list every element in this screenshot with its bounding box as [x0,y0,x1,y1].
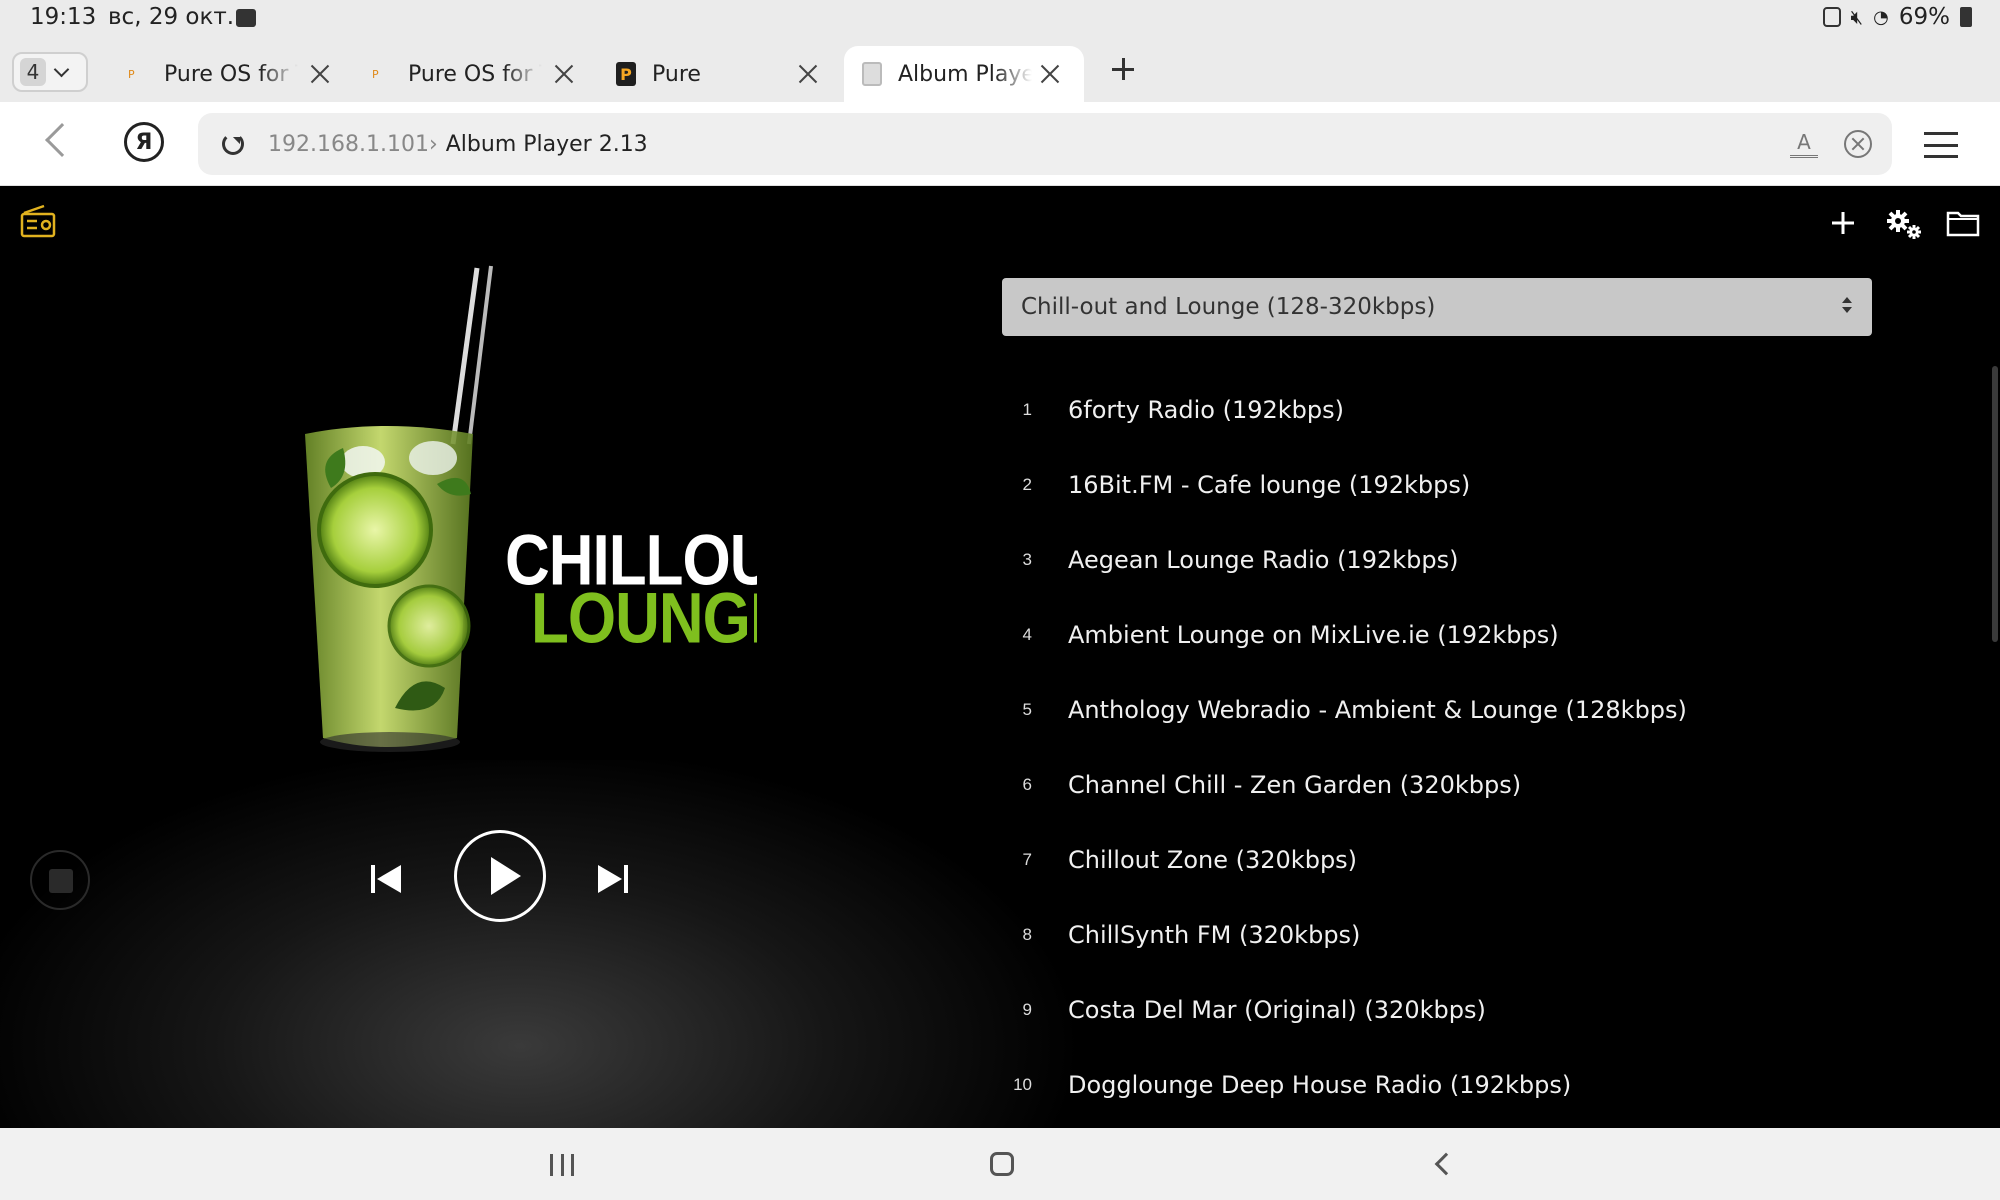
station-item[interactable]: 9 Costa Del Mar (Original) (320kbps) [1002,972,1922,1047]
genre-select[interactable]: Chill-out and Lounge (128-320kbps) [1002,278,1872,336]
tab-album-player[interactable]: Album Player [844,46,1084,102]
tab-label: Album Player [898,61,1032,87]
tab-label: Pure OS for Ti [164,61,298,87]
station-title: Channel Chill - Zen Garden (320kbps) [1068,770,1522,799]
station-number: 5 [1022,699,1032,719]
tab-label: Pure OS for Ti [408,61,542,87]
page-scrollbar[interactable] [1992,366,1998,642]
station-number: 3 [1022,549,1032,569]
station-title: Chillout Zone (320kbps) [1068,845,1358,874]
station-item[interactable]: 5 Anthology Webradio - Ambient & Lounge (… [1002,672,1922,747]
system-back-icon[interactable] [1434,1152,1458,1176]
new-tab-icon[interactable] [1112,58,1134,80]
station-title: ChillSynth FM (320kbps) [1068,920,1361,949]
station-title: Costa Del Mar (Original) (320kbps) [1068,995,1486,1024]
close-icon[interactable] [798,64,818,84]
url-page-title: Album Player 2.13 [445,131,648,157]
station-item[interactable]: 7 Chillout Zone (320kbps) [1002,822,1922,897]
skip-previous-icon[interactable] [369,862,403,896]
tab-pure[interactable]: P Pure [616,46,818,102]
album-player-page: CHILLOUT LOUNGE Chill-out and Lounge (12… [0,186,2000,1128]
station-number: 9 [1022,999,1032,1019]
settings-icon[interactable] [1884,206,1924,240]
status-date: вс, 29 окт. [108,4,235,30]
station-item[interactable]: 6 Channel Chill - Zen Garden (320kbps) [1002,747,1922,822]
back-arrow-icon[interactable] [45,123,79,157]
skip-next-icon[interactable] [596,862,630,896]
battery-icon [1960,7,1972,27]
system-nav-bar [0,1128,2000,1200]
status-icons: 🔇︎ ◔ 69% [1822,4,1972,30]
genre-select-value: Chill-out and Lounge (128-320kbps) [1021,294,1436,320]
address-bar[interactable]: 192.168.1.101› Album Player 2.13 A [198,113,1892,175]
station-number: 2 [1022,474,1032,494]
station-title: Dogglounge Deep House Radio (192kbps) [1068,1070,1572,1099]
close-icon[interactable] [554,64,574,84]
tab-label: Pure [652,61,701,87]
close-icon[interactable] [310,64,330,84]
close-icon[interactable] [1040,64,1060,84]
pure-favicon-bold-icon: P [616,62,636,86]
chevron-down-icon [53,61,70,77]
block-icon[interactable] [1844,130,1872,158]
recent-apps-icon[interactable] [550,1154,574,1176]
station-title: 16Bit.FM - Cafe lounge (192kbps) [1068,470,1471,499]
album-player-favicon-icon [862,62,882,86]
station-list: 1 6forty Radio (192kbps) 2 16Bit.FM - Cafe… [1002,372,1922,1122]
tab-pure-os-2[interactable]: P Pure OS for Ti [372,46,574,102]
station-number: 8 [1022,924,1032,944]
status-bar: 19:13 вс, 29 окт. 🔇︎ ◔ 69% [0,0,2000,36]
hamburger-menu-icon[interactable] [1924,132,1958,158]
gallery-notification-icon [236,9,256,27]
yandex-logo-icon[interactable]: Я [124,122,164,162]
radio-icon[interactable] [20,204,56,238]
station-item[interactable]: 10 Dogglounge Deep House Radio (192kbps) [1002,1047,1922,1122]
station-item[interactable]: 3 Aegean Lounge Radio (192kbps) [1002,522,1922,597]
reload-icon[interactable] [222,133,244,155]
pure-favicon-icon: P [372,67,379,81]
alarm-icon [1822,7,1841,27]
mute-icon: 🔇︎ [1850,5,1864,29]
station-number: 7 [1022,849,1032,869]
play-icon[interactable] [454,830,546,922]
stop-icon[interactable] [30,850,90,910]
tab-count: 4 [20,58,46,86]
wifi-icon: ◔ [1873,6,1889,28]
tab-strip: 4 P Pure OS for Ti P Pure OS for Ti P Pu… [0,36,2000,102]
add-icon[interactable] [1826,206,1860,240]
home-icon[interactable] [990,1152,1014,1176]
station-item[interactable]: 1 6forty Radio (192kbps) [1002,372,1922,447]
station-title: Aegean Lounge Radio (192kbps) [1068,545,1459,574]
folder-icon[interactable] [1946,206,1980,240]
url-host: 192.168.1.101› [268,131,438,157]
battery-percent: 69% [1898,4,1950,30]
station-title: Anthology Webradio - Ambient & Lounge (1… [1068,695,1687,724]
station-item[interactable]: 2 16Bit.FM - Cafe lounge (192kbps) [1002,447,1922,522]
cover-title-line2: LOUNGE [531,579,757,659]
station-number: 4 [1022,624,1032,644]
station-title: 6forty Radio (192kbps) [1068,395,1344,424]
station-number: 1 [1022,399,1032,419]
station-item[interactable]: 8 ChillSynth FM (320kbps) [1002,897,1922,972]
album-cover: CHILLOUT LOUNGE [245,248,757,760]
station-number: 10 [1013,1074,1032,1094]
station-item[interactable]: 4 Ambient Lounge on MixLive.ie (192kbps) [1002,597,1922,672]
cocktail-glass-image [305,265,493,752]
address-bar-row: Я 192.168.1.101› Album Player 2.13 A [0,102,2000,186]
station-title: Ambient Lounge on MixLive.ie (192kbps) [1068,620,1559,649]
status-time: 19:13 [30,4,97,30]
tab-pure-os-1[interactable]: P Pure OS for Ti [128,46,330,102]
tab-count-button[interactable]: 4 [12,52,88,92]
pure-favicon-icon: P [128,67,135,81]
station-number: 6 [1022,774,1032,794]
reader-mode-icon[interactable]: A [1790,130,1818,158]
select-arrows-icon [1842,297,1852,317]
